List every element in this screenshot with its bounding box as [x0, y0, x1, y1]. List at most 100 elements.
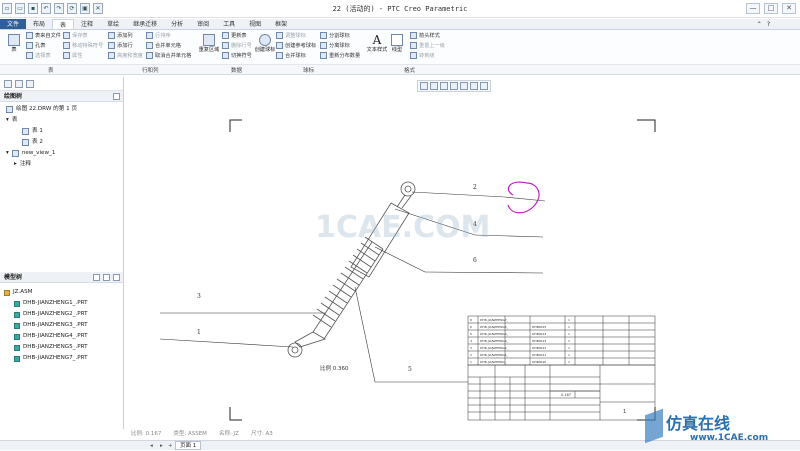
- sheet-tab-1[interactable]: 页面 1: [175, 441, 202, 450]
- select-table-button[interactable]: 选择表: [26, 52, 61, 59]
- model-tree-header[interactable]: 模型树: [0, 272, 123, 283]
- height-width-icon: [108, 52, 115, 59]
- tab-layout[interactable]: 布局: [26, 19, 52, 29]
- tab-review[interactable]: 审阅: [190, 19, 216, 29]
- part-icon: [14, 344, 20, 351]
- group-label-balloon: 球标: [303, 68, 315, 74]
- bom-cell: 1: [568, 346, 570, 350]
- collapse-arrow-icon[interactable]: ▾: [6, 148, 9, 159]
- balloon-1[interactable]: 1: [197, 329, 201, 336]
- minimize-button[interactable]: —: [746, 3, 760, 14]
- create-balloon-button[interactable]: 创建球标: [254, 34, 276, 53]
- text-style-button[interactable]: A 文本样式: [366, 34, 388, 53]
- balloon-2[interactable]: 2: [473, 184, 477, 191]
- label: 表 2: [32, 139, 43, 145]
- detach-balloon-button[interactable]: 分离球标: [320, 42, 360, 49]
- tab-annotate[interactable]: 注释: [74, 19, 100, 29]
- label: 孔表: [35, 43, 46, 49]
- model-part[interactable]: DHB-JIANZHENG1_.PRT: [4, 298, 88, 309]
- arrow-style-button[interactable]: 箭头样式: [410, 32, 445, 39]
- model-part[interactable]: DHB-JIANZHENG2_.PRT: [4, 309, 88, 320]
- model-root[interactable]: JZ.ASM: [4, 287, 88, 298]
- table-from-file-button[interactable]: 表来自文件: [26, 32, 61, 39]
- update-table-icon: [222, 32, 229, 39]
- model-part[interactable]: DHB-JIANZHENG3_.PRT: [4, 320, 88, 331]
- tree-settings-icon[interactable]: [113, 93, 120, 100]
- toggle-symbol-button[interactable]: 切换符号: [222, 52, 252, 59]
- ribbon-table-col2: 保存表 移动特殊符号 属性: [63, 32, 103, 59]
- spring-outline: [312, 241, 373, 333]
- update-table-button[interactable]: 更新表: [222, 32, 252, 39]
- tab-legacy-migration[interactable]: 继承迁移: [126, 19, 164, 29]
- model-tree-tab-icon[interactable]: [4, 80, 12, 88]
- tree-node-sheet[interactable]: 绘图 22.DRW 的第 1 页: [6, 104, 123, 115]
- drawing-canvas[interactable]: 2 4 6 3 1 5 比例 0.360 8 DHB-JIANZHENG7_ 1…: [125, 77, 800, 429]
- label: 保存表: [72, 33, 88, 39]
- tab-view[interactable]: 视图: [242, 19, 268, 29]
- minimize-ribbon-icon[interactable]: ⌃: [757, 19, 762, 30]
- move-special-symbol-button[interactable]: 移动特殊符号: [63, 42, 103, 49]
- tab-table[interactable]: 表: [52, 19, 75, 29]
- navigator-panel: 绘图树 绘图 22.DRW 的第 1 页 ▾ 表 表 1 表 2 ▾ new_vie…: [0, 77, 124, 429]
- maximize-button[interactable]: □: [764, 3, 778, 14]
- adjust-balloon-button[interactable]: 调整球标: [276, 32, 316, 39]
- split-balloon-icon: [320, 32, 327, 39]
- save-table-button[interactable]: 保存表: [63, 32, 103, 39]
- tree-node-tables[interactable]: ▾ 表: [6, 115, 123, 126]
- help-icon[interactable]: ?: [767, 19, 770, 30]
- goto-level-button[interactable]: 转到级: [410, 52, 445, 59]
- tree-node-view[interactable]: ▾ new_view_1: [6, 148, 123, 159]
- drawing-tree-header[interactable]: 绘图树: [0, 91, 123, 102]
- balloon-3[interactable]: 3: [197, 293, 201, 300]
- create-ref-balloon-button[interactable]: 创建参考球标: [276, 42, 316, 49]
- tree-node-table-1[interactable]: 表 1: [6, 126, 123, 137]
- properties-icon: [63, 52, 70, 59]
- tree-node-annotations[interactable]: ▸ 注释: [6, 159, 123, 170]
- height-width-button[interactable]: 高度和宽度: [108, 52, 143, 59]
- properties-button[interactable]: 属性: [63, 52, 103, 59]
- bom-cell: 1: [568, 353, 570, 357]
- tree-filter-icon[interactable]: [93, 274, 100, 281]
- tab-file[interactable]: 文件: [0, 19, 27, 29]
- add-row-button[interactable]: 添加行: [108, 42, 143, 49]
- hole-table-button[interactable]: 孔表: [26, 42, 61, 49]
- balloon-6[interactable]: 6: [473, 257, 477, 264]
- close-button[interactable]: ✕: [782, 3, 796, 14]
- expand-arrow-icon[interactable]: ▸: [14, 159, 17, 170]
- reset-upper-level-button[interactable]: 重置上一级: [410, 42, 445, 49]
- delete-row-number-button[interactable]: 删除行号: [222, 42, 252, 49]
- unmerge-cells-button[interactable]: 取消合并单元格: [146, 52, 191, 59]
- collapse-arrow-icon[interactable]: ▾: [6, 115, 9, 126]
- model-part[interactable]: DHB-JIANZHENG7_.PRT: [4, 353, 88, 364]
- tab-analysis[interactable]: 分析: [164, 19, 190, 29]
- tree-columns-icon[interactable]: [103, 274, 110, 281]
- repeat-region-button[interactable]: 重复区域: [198, 34, 220, 53]
- model-part[interactable]: DHB-JIANZHENG5_.PRT: [4, 342, 88, 353]
- corner-mark: [229, 407, 242, 421]
- tree-options-icon[interactable]: [113, 274, 120, 281]
- tab-sketch[interactable]: 草绘: [100, 19, 126, 29]
- line-style-button[interactable]: 线型: [386, 34, 408, 53]
- label: 表来自文件: [35, 33, 61, 39]
- table-big-button[interactable]: 表: [3, 34, 25, 53]
- tab-frame[interactable]: 框架: [268, 19, 294, 29]
- hole-table-icon: [26, 42, 33, 49]
- scale-label: 比例 0.360: [320, 364, 349, 372]
- folder-browser-tab-icon[interactable]: [15, 80, 23, 88]
- model-part[interactable]: DHB-JIANZHENG4_.PRT: [4, 331, 88, 342]
- split-balloon-button[interactable]: 分割球标: [320, 32, 360, 39]
- bom-cell: DHB0025: [532, 325, 546, 329]
- merge-cells-button[interactable]: 合并单元格: [146, 42, 191, 49]
- balloon-5[interactable]: 5: [408, 366, 412, 373]
- bom-cell: DHB0023: [532, 339, 546, 343]
- ribbon-balloon-col7: 分割球标 分离球标 重新分布数量: [320, 32, 360, 59]
- add-column-button[interactable]: 添加列: [108, 32, 143, 39]
- merge-balloon-button[interactable]: 合并球标: [276, 52, 316, 59]
- tree-node-table-2[interactable]: 表 2: [6, 137, 123, 148]
- sort-rows-button[interactable]: 行排序: [146, 32, 191, 39]
- favorites-tab-icon[interactable]: [26, 80, 34, 88]
- sort-rows-icon: [146, 32, 153, 39]
- tab-tools[interactable]: 工具: [216, 19, 242, 29]
- redistribute-qty-button[interactable]: 重新分布数量: [320, 52, 360, 59]
- bom-cell: DHB-JIANZHENG4_: [480, 332, 509, 336]
